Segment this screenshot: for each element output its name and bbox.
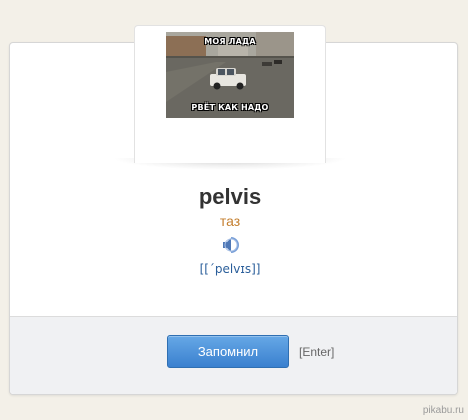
speaker-icon[interactable]	[220, 236, 240, 254]
meme-image: МОЯ ЛАДА РВЁТ КАК НАДО	[166, 32, 294, 118]
speaker-icon-graphic	[223, 237, 239, 253]
enter-shortcut-hint: [Enter]	[299, 345, 335, 359]
word-title: pelvis	[198, 184, 262, 209]
meme-bottom-caption: РВЁТ КАК НАДО	[191, 103, 269, 112]
transcription: [[´pelvɪs]]	[199, 262, 261, 276]
image-frame: МОЯ ЛАДА РВЁТ КАК НАДО	[134, 25, 326, 163]
word-translation: таз	[219, 213, 241, 229]
remember-button[interactable]: Запомнил	[167, 335, 289, 368]
watermark: pikabu.ru	[422, 405, 464, 416]
meme-top-caption: МОЯ ЛАДА	[204, 37, 256, 46]
